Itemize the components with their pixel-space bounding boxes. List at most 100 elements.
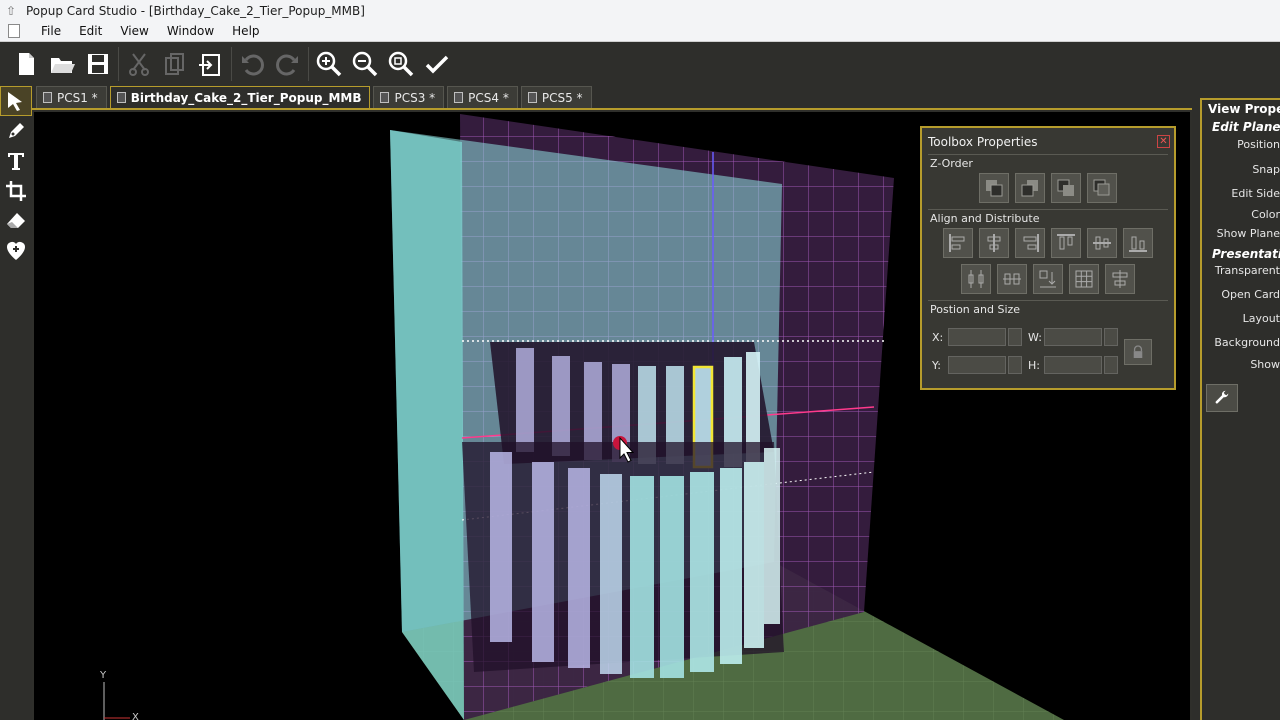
align-right-icon — [1023, 234, 1039, 252]
save-icon — [88, 54, 108, 74]
align-top-button[interactable] — [1051, 228, 1081, 258]
menu-view[interactable]: View — [111, 24, 157, 38]
export-button[interactable] — [193, 46, 229, 82]
window-title: Popup Card Studio - [Birthday_Cake_2_Tie… — [26, 3, 365, 18]
open-button[interactable] — [44, 46, 80, 82]
h-stepper[interactable] — [1104, 356, 1118, 374]
lock-aspect-button[interactable] — [1124, 339, 1152, 365]
transparent-label: Transparent — [1214, 264, 1280, 277]
x-label: X: — [932, 331, 944, 344]
undo-icon — [242, 54, 264, 76]
axis-gizmo — [103, 682, 130, 720]
x-stepper[interactable] — [1008, 328, 1022, 346]
w-stepper[interactable] — [1104, 328, 1118, 346]
zoom-out-button[interactable] — [347, 46, 383, 82]
position-label: Position — [1237, 138, 1280, 151]
view-properties-panel: View Propert Edit Plane Position Snap Ed… — [1192, 86, 1280, 720]
toolbox-header: Toolbox Properties ✕ — [922, 128, 1174, 154]
tab-pcs1[interactable]: PCS1 * — [36, 86, 107, 108]
tab-pcs3[interactable]: PCS3 * — [373, 86, 445, 108]
tab-label: PCS3 * — [394, 90, 436, 105]
distribute-vertical-icon — [968, 270, 984, 288]
add-shape-tool[interactable] — [0, 236, 32, 266]
z-order-group: Z-Order — [928, 154, 1168, 203]
open-card-label: Open Card — [1221, 288, 1280, 301]
open-folder-icon — [51, 58, 75, 73]
align-bottom-icon — [1129, 236, 1147, 252]
tab-birthday-cake[interactable]: Birthday_Cake_2_Tier_Popup_MMB — [109, 86, 371, 108]
distribute-down-icon — [1039, 270, 1056, 288]
send-backward-button[interactable] — [1051, 173, 1081, 203]
menu-bar: File Edit View Window Help — [0, 21, 1280, 42]
menu-help[interactable]: Help — [223, 24, 268, 38]
zoom-out-icon — [352, 51, 378, 77]
toolbar-separator — [231, 47, 232, 81]
redo-icon — [276, 54, 298, 76]
wrench-icon — [1215, 390, 1229, 404]
edit-plane-heading: Edit Plane — [1212, 120, 1280, 134]
pen-tool[interactable] — [0, 116, 32, 146]
app-logo-icon: ⇧ — [6, 3, 17, 18]
tab-label: PCS1 * — [57, 90, 98, 105]
document-icon — [454, 92, 464, 103]
z-order-title: Z-Order — [930, 157, 973, 170]
view-properties-title: View Propert — [1208, 102, 1280, 116]
tab-pcs4[interactable]: PCS4 * — [447, 86, 518, 108]
distribute-horizontal-button[interactable] — [997, 264, 1027, 294]
x-field[interactable] — [948, 328, 1006, 346]
w-label: W: — [1028, 331, 1042, 344]
color-label: Color — [1251, 208, 1280, 221]
document-icon — [116, 92, 126, 103]
crop-tool[interactable] — [0, 176, 32, 206]
copy-icon — [165, 53, 184, 75]
new-file-button[interactable] — [8, 46, 44, 82]
menu-edit[interactable]: Edit — [70, 24, 111, 38]
bring-to-front-button[interactable] — [979, 173, 1009, 203]
select-tool[interactable] — [0, 86, 32, 116]
title-bar: ⇧ Popup Card Studio - [Birthday_Cake_2_T… — [0, 0, 1280, 21]
save-button[interactable] — [80, 46, 116, 82]
center-stack-button[interactable] — [1105, 264, 1135, 294]
align-left-button[interactable] — [943, 228, 973, 258]
export-icon — [199, 54, 220, 76]
zoom-in-button[interactable] — [311, 46, 347, 82]
cake-lower-tier[interactable] — [462, 442, 784, 678]
apply-button[interactable] — [419, 46, 455, 82]
align-right-button[interactable] — [1015, 228, 1045, 258]
align-bottom-button[interactable] — [1123, 228, 1153, 258]
zoom-fit-button[interactable] — [383, 46, 419, 82]
distribute-horizontal-icon — [1003, 273, 1021, 285]
h-field[interactable] — [1044, 356, 1102, 374]
send-to-back-icon — [1093, 179, 1110, 196]
y-stepper[interactable] — [1008, 356, 1022, 374]
send-to-back-button[interactable] — [1087, 173, 1117, 203]
cut-button[interactable] — [121, 46, 157, 82]
undo-button[interactable] — [234, 46, 270, 82]
y-field[interactable] — [948, 356, 1006, 374]
align-middle-button[interactable] — [1087, 228, 1117, 258]
copy-button[interactable] — [157, 46, 193, 82]
distribute-vertical-button[interactable] — [961, 264, 991, 294]
left-toolbar — [0, 86, 32, 720]
text-tool[interactable] — [0, 146, 32, 176]
eraser-tool[interactable] — [0, 206, 32, 236]
close-icon[interactable]: ✕ — [1157, 135, 1170, 148]
menu-window[interactable]: Window — [158, 24, 223, 38]
axis-y-label: Y — [99, 670, 107, 681]
w-field[interactable] — [1044, 328, 1102, 346]
grid-align-button[interactable] — [1069, 264, 1099, 294]
redo-button[interactable] — [270, 46, 306, 82]
document-icon — [380, 92, 390, 103]
align-center-button[interactable] — [979, 228, 1009, 258]
tab-pcs5[interactable]: PCS5 * — [520, 86, 592, 108]
new-file-icon — [19, 53, 34, 75]
position-title: Postion and Size — [930, 303, 1021, 316]
y-label: Y: — [932, 359, 941, 372]
distribute-down-button[interactable] — [1033, 264, 1063, 294]
app-window: ⇧ Popup Card Studio - [Birthday_Cake_2_T… — [0, 0, 1280, 720]
menu-file[interactable]: File — [32, 24, 70, 38]
select-arrow-icon — [8, 92, 22, 111]
bring-forward-button[interactable] — [1015, 173, 1045, 203]
settings-tool-button[interactable] — [1206, 384, 1238, 412]
align-group: Align and Distribute — [928, 209, 1168, 294]
